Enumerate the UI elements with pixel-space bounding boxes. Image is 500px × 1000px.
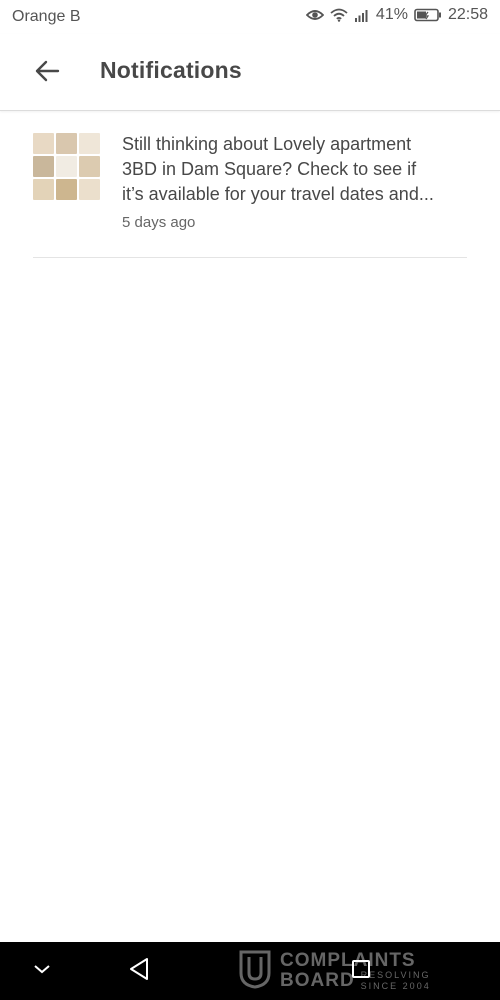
notification-list: Still thinking about Lovely apartment 3B… <box>0 111 500 258</box>
nav-hide-button[interactable] <box>27 956 57 986</box>
shield-icon <box>238 949 272 994</box>
notification-line: 3BD in Dam Square? Check to see if <box>122 159 417 179</box>
wifi-icon <box>330 8 348 22</box>
page-title: Notifications <box>100 57 242 83</box>
clock: 22:58 <box>447 6 488 23</box>
notification-message: Still thinking about Lovely apartment 3B… <box>122 132 472 207</box>
notification-line: Still thinking about Lovely apartment <box>122 134 412 154</box>
chevron-down-icon <box>33 962 51 980</box>
arrow-left-icon <box>34 60 60 87</box>
status-bar: Orange B 41% 22:58 <box>0 0 500 34</box>
system-nav-bar: COMPLAINTS BOARD RESOLVING SINCE 2004 <box>0 942 500 1000</box>
battery-percent: 41% <box>375 6 408 23</box>
notification-item[interactable]: Still thinking about Lovely apartment 3B… <box>33 111 467 258</box>
notifications-screen: Orange B 41% 22:58 Notifications Still t… <box>0 0 500 1000</box>
watermark-logo: COMPLAINTS BOARD RESOLVING SINCE 2004 <box>238 942 431 1000</box>
square-recents-icon <box>351 959 371 984</box>
signal-icon <box>354 8 370 22</box>
app-header: Notifications <box>0 34 500 111</box>
watermark-line2: BOARD <box>280 970 355 991</box>
nav-back-button[interactable] <box>124 956 154 986</box>
eye-icon <box>305 8 324 22</box>
battery-icon <box>414 8 442 22</box>
listing-thumbnail <box>33 133 100 200</box>
triangle-back-icon <box>128 957 150 986</box>
notification-line: it’s available for your travel dates and… <box>122 184 434 204</box>
carrier-name: Orange B <box>12 8 81 25</box>
nav-recents-button[interactable] <box>346 956 376 986</box>
back-button[interactable] <box>28 54 66 92</box>
status-icons: 41% 22:58 <box>305 6 488 24</box>
notification-time: 5 days ago <box>122 214 196 231</box>
